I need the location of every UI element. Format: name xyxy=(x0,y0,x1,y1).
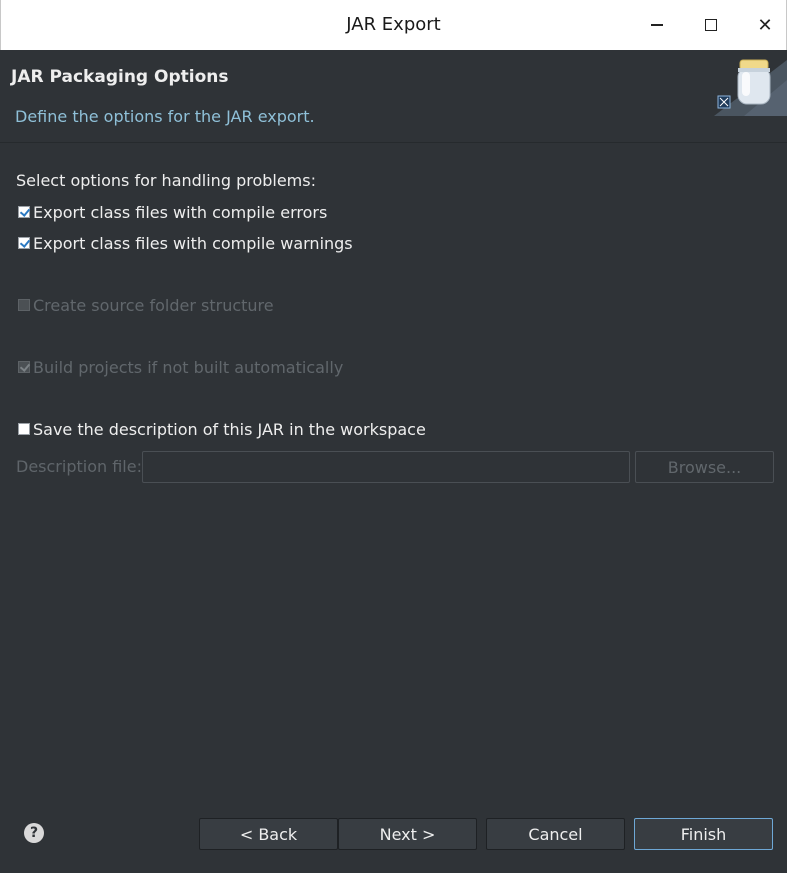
next-button[interactable]: Next > xyxy=(338,818,477,850)
save-description-checkbox[interactable] xyxy=(18,423,30,435)
build-projects-label: Build projects if not built automaticall… xyxy=(33,357,344,377)
create-source-folder-checkbox xyxy=(18,299,30,311)
help-icon[interactable]: ? xyxy=(24,823,44,843)
description-file-input xyxy=(142,451,630,483)
jar-icon xyxy=(714,59,787,116)
finish-button[interactable]: Finish xyxy=(634,818,773,850)
close-icon[interactable]: ✕ xyxy=(750,10,780,40)
page-description: Define the options for the JAR export. xyxy=(15,107,315,126)
header-separator xyxy=(0,142,787,143)
cancel-button[interactable]: Cancel xyxy=(486,818,625,850)
title-bar: JAR Export ✕ xyxy=(0,0,787,50)
page-title: JAR Packaging Options xyxy=(11,67,229,87)
back-button[interactable]: < Back xyxy=(199,818,338,850)
save-description-label[interactable]: Save the description of this JAR in the … xyxy=(33,420,426,439)
wizard-header xyxy=(0,50,787,142)
description-file-label: Description file: xyxy=(16,457,142,476)
export-errors-checkbox-row[interactable]: Export class files with compile errors xyxy=(18,201,327,223)
build-projects-checkbox-row: Build projects if not built automaticall… xyxy=(18,356,343,378)
export-errors-checkbox[interactable] xyxy=(18,206,30,218)
problems-section-label: Select options for handling problems: xyxy=(16,171,316,190)
browse-button: Browse... xyxy=(635,451,774,483)
export-errors-label[interactable]: Export class files with compile errors xyxy=(33,203,327,222)
maximize-icon[interactable] xyxy=(696,10,726,40)
export-warnings-checkbox-row[interactable]: Export class files with compile warnings xyxy=(18,232,353,254)
build-projects-checkbox xyxy=(18,361,30,373)
minimize-icon[interactable] xyxy=(642,10,672,40)
export-warnings-checkbox[interactable] xyxy=(18,237,30,249)
create-source-folder-checkbox-row: Create source folder structure xyxy=(18,294,274,316)
export-warnings-label[interactable]: Export class files with compile warnings xyxy=(33,234,353,253)
create-source-folder-label: Create source folder structure xyxy=(33,295,274,315)
save-description-checkbox-row[interactable]: Save the description of this JAR in the … xyxy=(18,418,426,440)
